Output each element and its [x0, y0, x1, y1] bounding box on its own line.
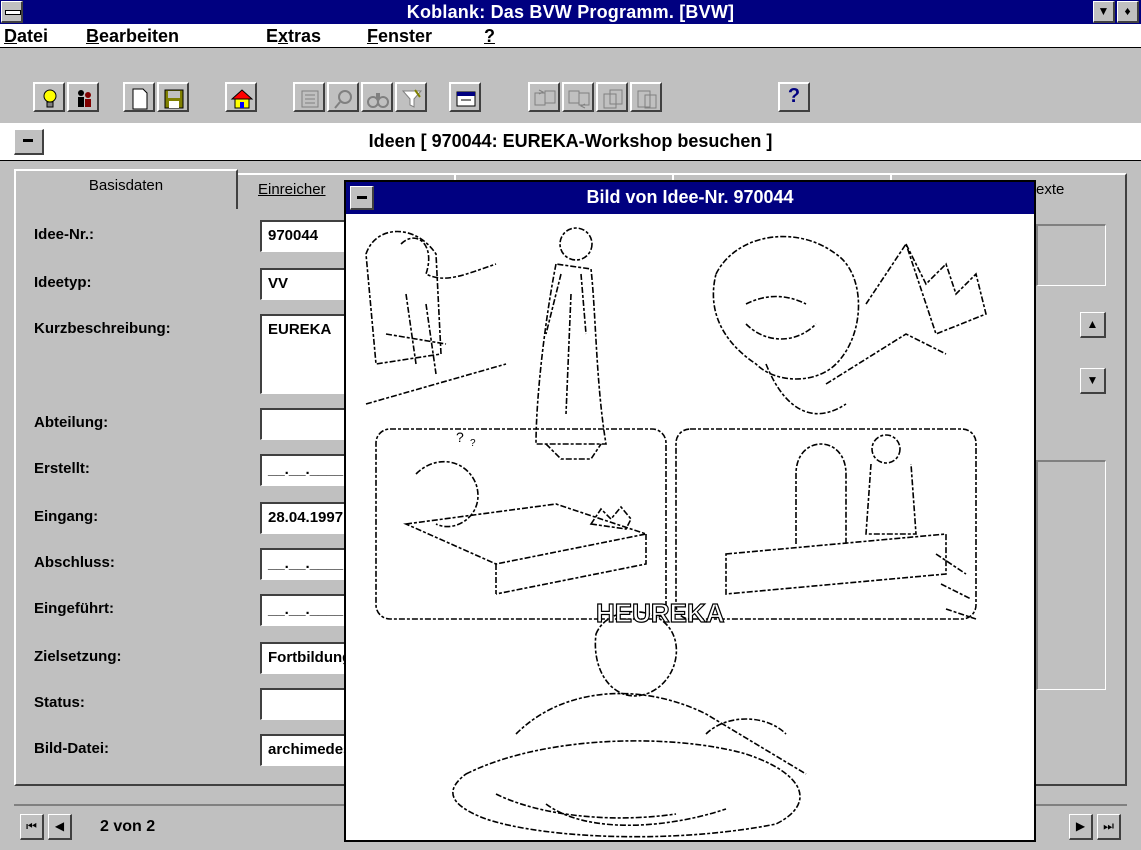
label-ideetyp: Ideetyp:: [34, 274, 92, 291]
menu-extras[interactable]: Extras: [266, 26, 321, 47]
abteilung-field[interactable]: [260, 408, 350, 440]
archimedes-cartoon-image: ? ? HEUREKA: [365, 227, 987, 838]
popup-title: Bild von Idee-Nr. 970044: [586, 187, 794, 207]
menu-datei[interactable]: Datei: [4, 26, 48, 47]
label-abschluss: Abschluss:: [34, 554, 115, 571]
label-bild-datei: Bild-Datei:: [34, 740, 109, 757]
label-abteilung: Abteilung:: [34, 414, 109, 431]
eingefuehrt-field[interactable]: __.__.____: [260, 594, 350, 626]
save-icon[interactable]: [157, 82, 189, 112]
restore-button[interactable]: ♦: [1117, 1, 1139, 23]
ideen-window-title-bar: Ideen [ 970044: EUREKA-Workshop besuchen…: [0, 123, 1141, 161]
scroll-down-button[interactable]: ▼: [1080, 368, 1106, 394]
status-field[interactable]: [260, 688, 350, 720]
copy-icon[interactable]: [596, 82, 628, 112]
scroll-up-button[interactable]: ▲: [1080, 312, 1106, 338]
swap-right-icon[interactable]: [562, 82, 594, 112]
people-icon[interactable]: [67, 82, 99, 112]
toolbar: ?: [0, 49, 1141, 121]
binoculars-icon[interactable]: [361, 82, 393, 112]
label-eingefuehrt: Eingeführt:: [34, 600, 114, 617]
help-icon[interactable]: ?: [778, 82, 810, 112]
filter-icon[interactable]: [395, 82, 427, 112]
label-idee-nr: Idee-Nr.:: [34, 226, 95, 243]
image-popup-window[interactable]: Bild von Idee-Nr. 970044 ? ? HEUREKA: [344, 180, 1036, 842]
zielsetzung-field[interactable]: Fortbildung: [260, 642, 350, 674]
idee-nr-field[interactable]: 970044: [260, 220, 350, 252]
kurzbeschreibung-scrollbar[interactable]: ▲ ▼: [1080, 312, 1106, 396]
menu-bar: Datei Bearbeiten Extras Fenster ?: [0, 24, 1141, 48]
bild-datei-field[interactable]: archimedes.bmp: [260, 734, 350, 766]
label-status: Status:: [34, 694, 85, 711]
window-title: Ideen [ 970044: EUREKA-Workshop besuchen…: [368, 131, 773, 151]
last-record-button[interactable]: ⏭: [1097, 814, 1121, 840]
menu-help[interactable]: ?: [484, 26, 495, 47]
new-document-icon[interactable]: [123, 82, 155, 112]
tab-basisdaten[interactable]: Basisdaten: [14, 169, 238, 209]
window-icon[interactable]: [449, 82, 481, 112]
right-info-box: [1036, 224, 1106, 286]
kurzbeschreibung-field[interactable]: EUREKA: [260, 314, 350, 394]
menu-bearbeiten[interactable]: Bearbeiten: [86, 26, 179, 47]
app-title-bar: Koblank: Das BVW Programm. [BVW] ▼ ♦: [0, 0, 1141, 24]
svg-text:?: ?: [456, 429, 464, 445]
popup-title-bar[interactable]: Bild von Idee-Nr. 970044: [346, 182, 1034, 214]
abschluss-field[interactable]: __.__.____: [260, 548, 350, 580]
heureka-text: HEUREKA: [596, 598, 725, 628]
previous-record-button[interactable]: ◀: [48, 814, 72, 840]
eingang-field[interactable]: 28.04.1997: [260, 502, 350, 534]
next-record-button[interactable]: ▶: [1069, 814, 1093, 840]
right-side-panel: [1036, 460, 1106, 690]
help-symbol: ?: [787, 85, 801, 107]
app-title: Koblank: Das BVW Programm. [BVW]: [406, 2, 735, 22]
label-erstellt: Erstellt:: [34, 460, 90, 477]
record-position: 2 von 2: [100, 818, 156, 835]
paste-icon[interactable]: [630, 82, 662, 112]
minimize-button[interactable]: ▼: [1093, 1, 1115, 23]
erstellt-field[interactable]: __.__.____: [260, 454, 350, 486]
swap-left-icon[interactable]: [528, 82, 560, 112]
label-kurzbeschreibung: Kurzbeschreibung:: [34, 320, 171, 337]
label-zielsetzung: Zielsetzung:: [34, 648, 122, 665]
menu-fenster[interactable]: Fenster: [367, 26, 432, 47]
label-eingang: Eingang:: [34, 508, 99, 525]
home-icon[interactable]: [225, 82, 257, 112]
search-icon[interactable]: [327, 82, 359, 112]
ideetyp-field[interactable]: VV: [260, 268, 350, 300]
list-icon[interactable]: [293, 82, 325, 112]
lightbulb-icon[interactable]: [33, 82, 65, 112]
first-record-button[interactable]: ⏮: [20, 814, 44, 840]
svg-text:?: ?: [470, 438, 476, 449]
